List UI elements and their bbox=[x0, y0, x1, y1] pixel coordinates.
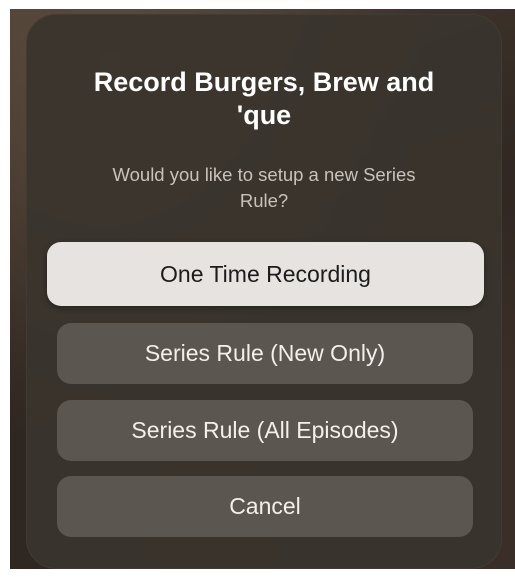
one-time-recording-button[interactable]: One Time Recording bbox=[47, 242, 484, 306]
series-rule-new-only-button[interactable]: Series Rule (New Only) bbox=[57, 323, 473, 384]
screen: Record Burgers, Brew and 'que Would you … bbox=[0, 0, 515, 577]
dialog-subtitle: Would you like to setup a new Series Rul… bbox=[112, 164, 416, 211]
cancel-button[interactable]: Cancel bbox=[57, 476, 473, 537]
series-rule-all-episodes-button[interactable]: Series Rule (All Episodes) bbox=[57, 400, 473, 461]
dialog-title: Record Burgers, Brew and 'que bbox=[93, 67, 435, 130]
record-dialog: Record Burgers, Brew and 'que Would you … bbox=[26, 14, 502, 569]
